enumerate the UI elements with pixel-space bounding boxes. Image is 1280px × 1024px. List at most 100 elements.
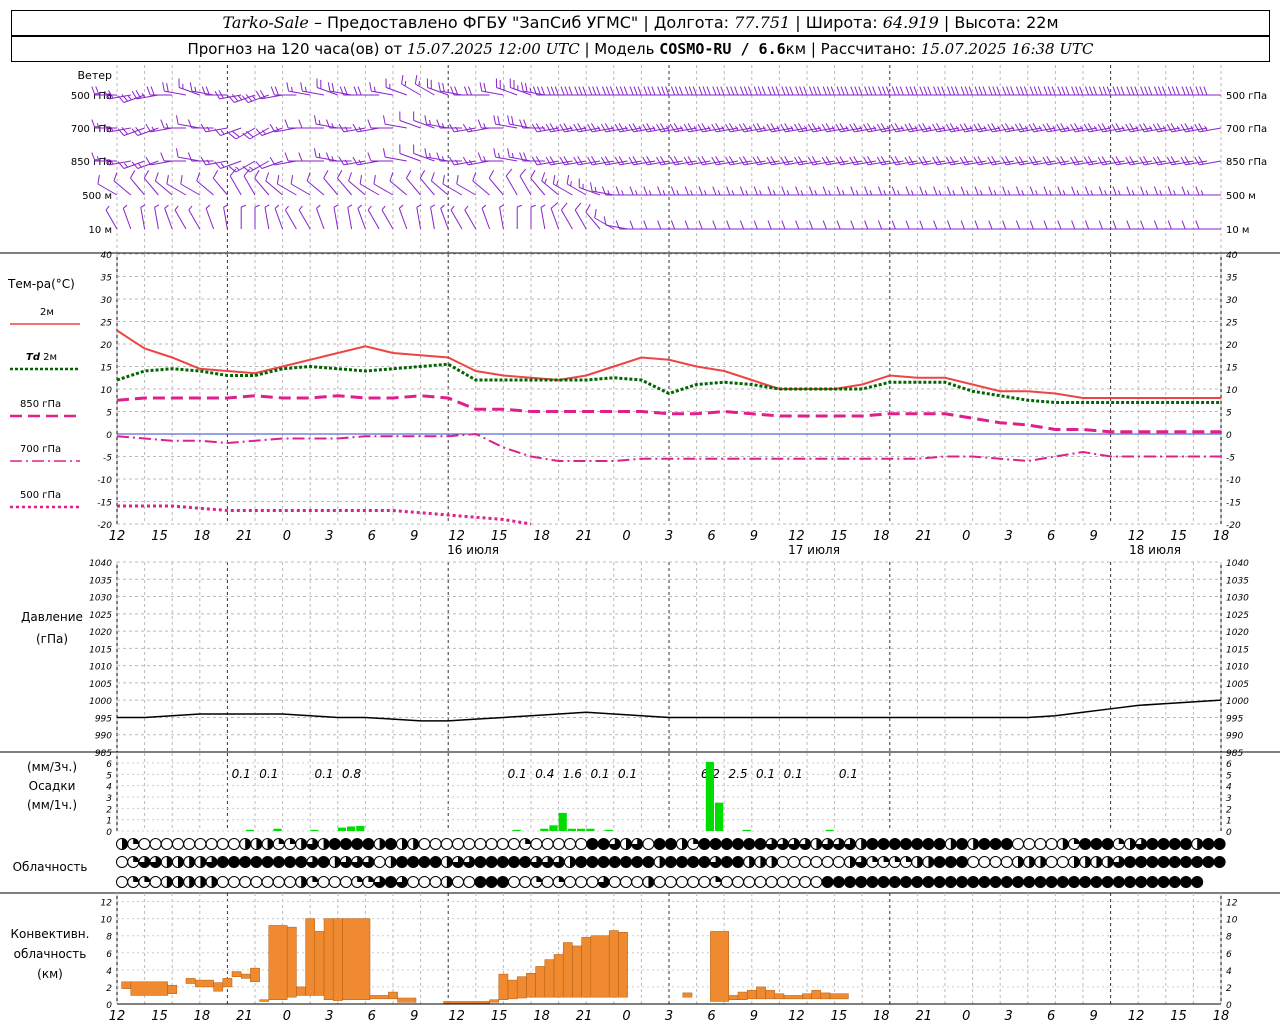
- wind-barb-feather: [430, 172, 435, 182]
- cloud-circle: [564, 838, 576, 850]
- wind-barb-feather: [1153, 86, 1159, 96]
- wind-barb-feather: [577, 156, 583, 165]
- cloud-symbol: [877, 856, 890, 868]
- wind-barb-feather: [881, 86, 887, 96]
- wind-barb-shaft: [265, 180, 283, 196]
- cloud-fill: [749, 856, 755, 868]
- cloud-symbol: [530, 876, 543, 888]
- wind-barb-feather: [1166, 123, 1173, 133]
- wind-barb-feather: [991, 123, 997, 132]
- cloud-circle: [149, 876, 162, 888]
- cloud-circle: [440, 838, 453, 850]
- conv-ytick-right: 6: [1226, 950, 1232, 960]
- wind-barb-feather: [891, 186, 896, 196]
- wind-barb-feather: [604, 123, 611, 132]
- conv-bar: [746, 990, 757, 1000]
- wind-barb-feather: [812, 86, 818, 96]
- temp-ytick-right: -5: [1226, 454, 1235, 464]
- wind-barb-feather: [619, 86, 624, 96]
- wind-barb-feather: [587, 123, 593, 133]
- cloud-fill: [743, 838, 755, 850]
- cloud-symbol: [676, 876, 688, 888]
- cloud-circle: [586, 876, 599, 888]
- cloud-circle: [978, 856, 991, 868]
- cloud-circle: [183, 838, 196, 850]
- wind-title: Ветер: [78, 69, 112, 82]
- wind-barb-feather: [808, 86, 814, 96]
- wind-barb-feather: [284, 119, 289, 129]
- wind-barb-feather: [946, 220, 952, 230]
- cloud-symbol: [900, 876, 912, 888]
- wind-barb-feather: [974, 220, 979, 230]
- temp-ytick-right: -15: [1226, 499, 1241, 509]
- precip-bar: [705, 761, 714, 831]
- cloud-symbol: [396, 838, 408, 850]
- wind-barb-feather: [130, 170, 136, 179]
- wind-barb-feather: [381, 205, 386, 211]
- wind-barb-feather: [1139, 123, 1145, 133]
- wind-barb-feather: [1195, 186, 1200, 196]
- wind-barb-feather: [505, 168, 513, 177]
- cloud-symbol: [944, 856, 957, 868]
- wind-barb-feather: [850, 186, 855, 196]
- cloud-symbol: [1124, 856, 1136, 868]
- cloud-symbol: [642, 838, 655, 850]
- wind-barb-feather: [327, 82, 331, 92]
- wind-barb-feather: [973, 156, 979, 166]
- wind-barb-feather: [864, 220, 869, 230]
- wind-barb-feather: [145, 123, 151, 133]
- cloud-circle: [967, 856, 980, 868]
- cloud-symbol: [1079, 856, 1092, 868]
- wind-barb-feather: [959, 156, 966, 166]
- pressure-ytick-right: 1040: [1226, 559, 1249, 569]
- cloud-fill: [301, 876, 307, 888]
- wind-barb-shaft: [337, 177, 352, 196]
- wind-barb-feather: [414, 75, 418, 85]
- cloud-symbol: [116, 856, 128, 868]
- wind-barb-feather: [770, 156, 776, 165]
- wind-barb-feather: [992, 86, 997, 96]
- wind-level-label-left: 500 м: [82, 191, 112, 202]
- pressure-ytick-left: 1030: [89, 594, 112, 604]
- wind-barb-feather: [483, 82, 487, 92]
- cloud-symbol: [944, 838, 957, 850]
- cloud-symbol: [1079, 876, 1092, 888]
- wind-barb-feather: [1005, 156, 1011, 165]
- wind-barb-shaft: [316, 123, 338, 129]
- wind-barb-feather: [194, 86, 197, 92]
- wind-barb-feather: [180, 175, 183, 185]
- cloud-fill: [687, 856, 699, 868]
- cloud-symbol: [631, 876, 644, 888]
- pressure-ytick-right: 1020: [1226, 628, 1249, 638]
- cloud-symbol: [1045, 838, 1058, 850]
- wind-barb-feather: [835, 156, 841, 166]
- cloud-circle: [1023, 838, 1036, 850]
- cloud-symbol: [552, 838, 565, 850]
- cloud-symbol: [732, 838, 744, 850]
- wind-barb-feather: [1152, 156, 1159, 166]
- cloud-fill: [1180, 838, 1192, 850]
- pressure-ytick-left: 990: [95, 732, 112, 742]
- wind-barb-feather: [1167, 86, 1172, 96]
- wind-barb-shaft: [130, 177, 145, 196]
- wind-barb-feather: [1084, 86, 1090, 96]
- legend-label: 2м: [40, 307, 54, 318]
- temp-xtick-label: 18: [194, 529, 211, 544]
- wind-barb-feather: [160, 152, 165, 162]
- cloud-symbol: [788, 876, 800, 888]
- wind-barb-feather: [937, 86, 942, 96]
- wind-barb-shaft: [254, 177, 270, 196]
- pressure-ytick-left: 1010: [89, 663, 112, 673]
- cloud-symbol: [1056, 838, 1069, 850]
- wind-barb-feather: [274, 204, 280, 209]
- cloud-symbol: [284, 876, 296, 888]
- temp-ytick-left: -10: [97, 476, 112, 486]
- cloud-fill: [883, 856, 890, 862]
- temp-xtick-label: 6: [1047, 529, 1055, 544]
- precip-3h-value: 0.1: [590, 767, 609, 781]
- wind-barb-feather: [353, 86, 358, 96]
- wind-barb-feather: [455, 126, 459, 132]
- cloud-symbol: [866, 838, 879, 850]
- cloud-symbol: [295, 856, 308, 868]
- cloud-fill: [273, 856, 285, 868]
